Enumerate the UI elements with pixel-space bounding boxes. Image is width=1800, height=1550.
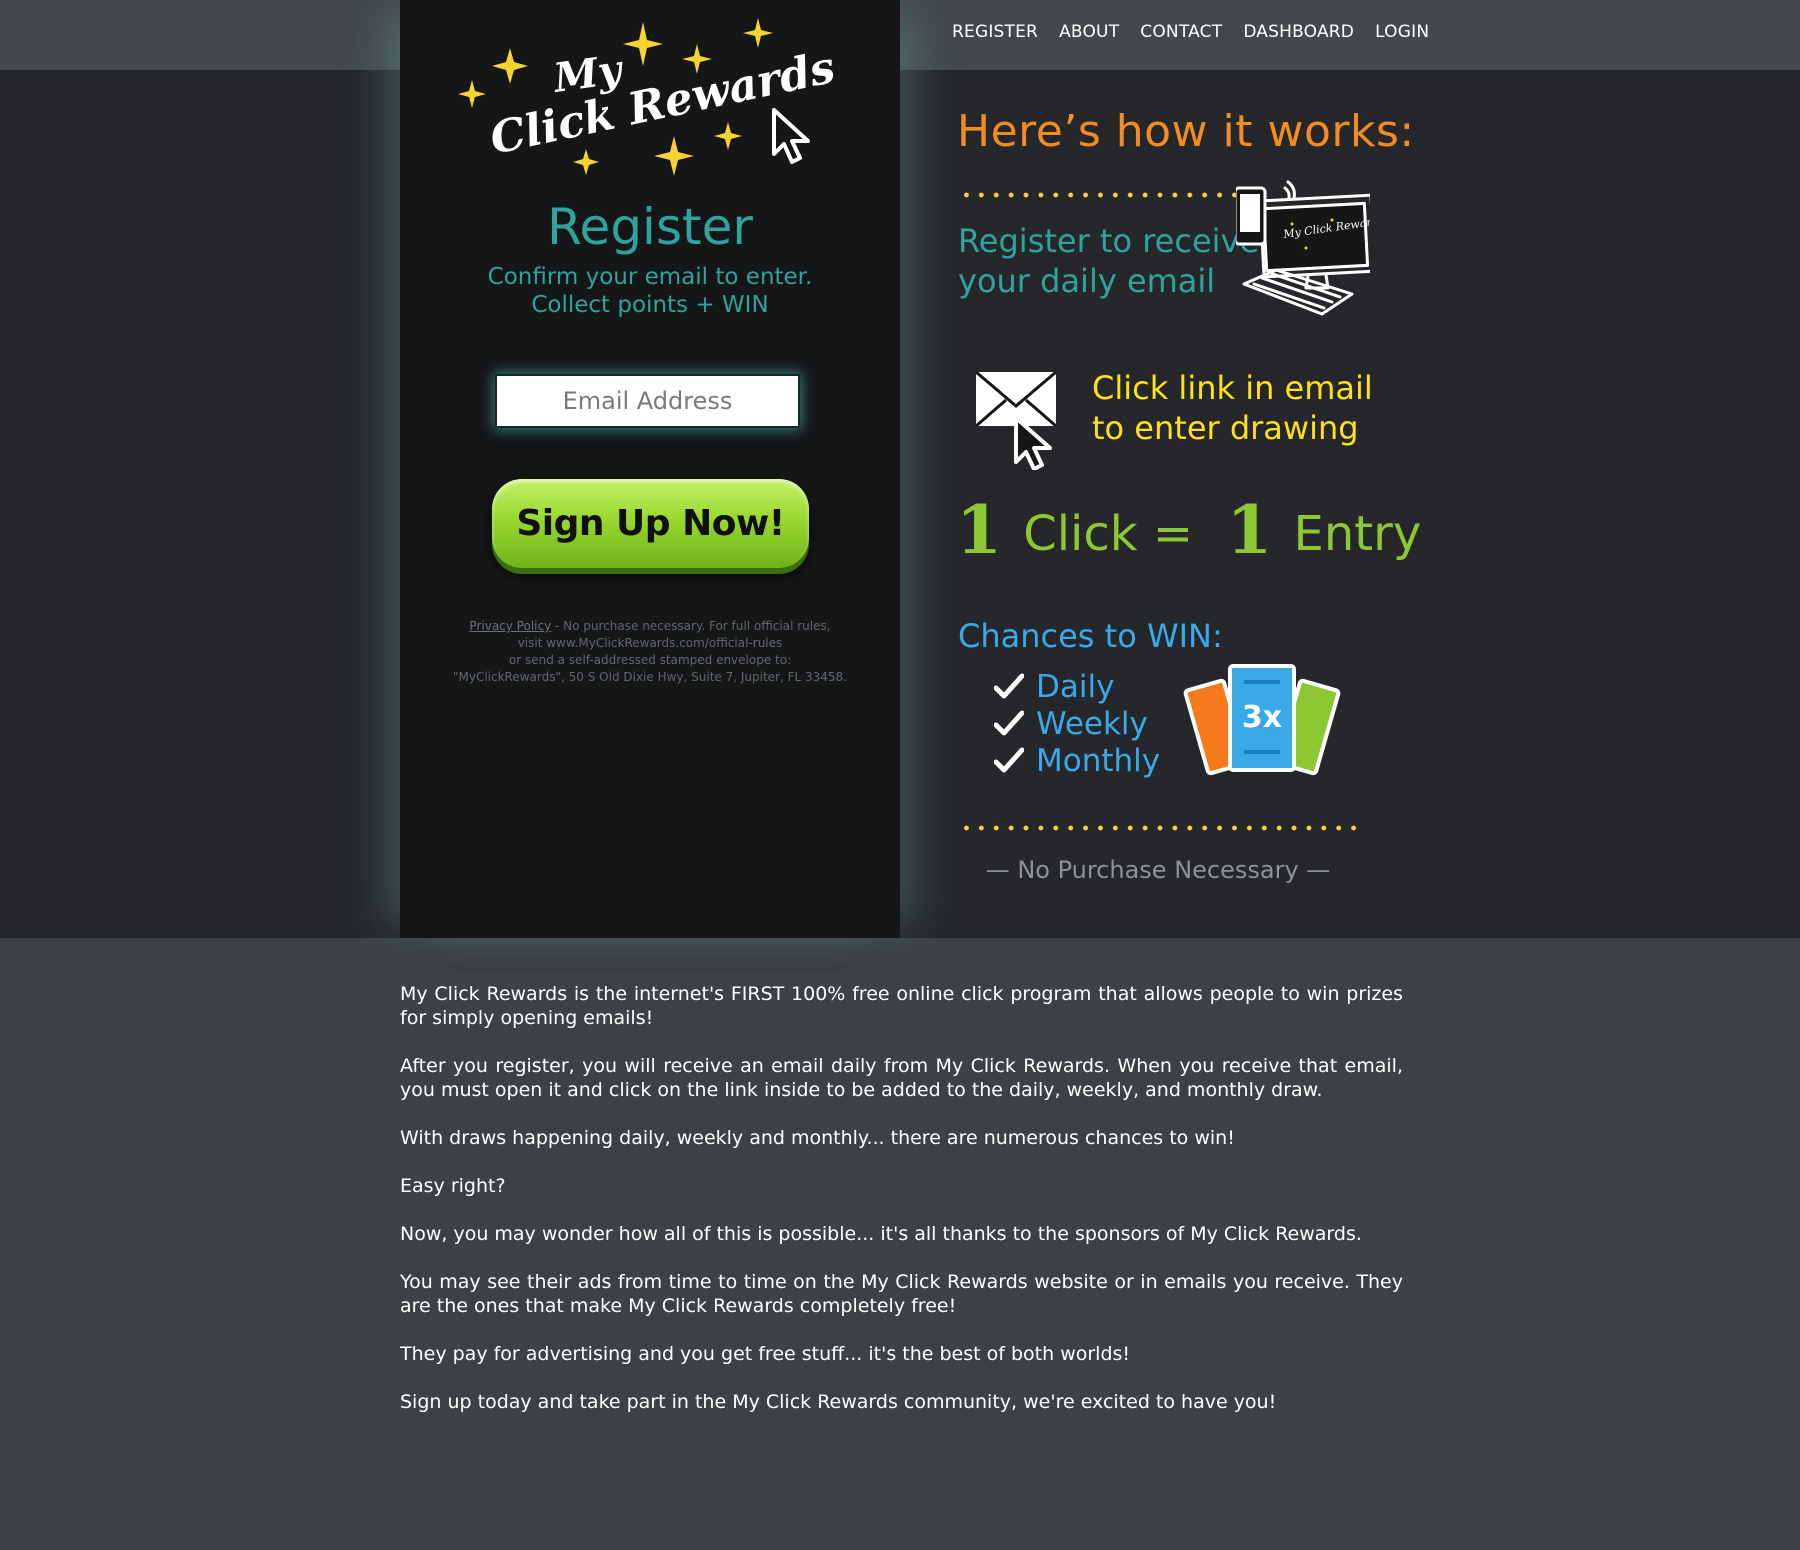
- star-icon: [623, 22, 663, 66]
- logo[interactable]: My Click Rewards: [452, 14, 852, 194]
- content-paragraph: They pay for advertising and you get fre…: [400, 1343, 1131, 1365]
- how-it-works-title: Here’s how it works:: [957, 106, 1415, 157]
- star-icon: [458, 80, 486, 108]
- star-icon: [492, 48, 528, 84]
- entry-number: 1: [1226, 491, 1273, 569]
- star-icon: [743, 18, 773, 48]
- chance-label: Daily: [1036, 669, 1115, 705]
- hero-section: [0, 70, 1800, 938]
- top-bar: [0, 0, 1800, 70]
- logo-graphic: My Click Rewards: [458, 18, 839, 176]
- checkmark-icon: [994, 747, 1024, 773]
- computer-icon: My Click Rewards: [1233, 174, 1385, 326]
- tickets-icon: 3x: [1182, 660, 1342, 782]
- ticket-label: 3x: [1242, 700, 1282, 735]
- step-register: Register to receive your daily email: [958, 221, 1259, 301]
- step-click-link-line1: Click link in email: [1092, 369, 1373, 407]
- register-subtitle-line1: Confirm your email to enter.: [487, 264, 813, 290]
- dotted-divider: [959, 825, 1359, 831]
- register-subtitle-line2: Collect points + WIN: [531, 292, 769, 318]
- main-nav: REGISTER ABOUT CONTACT DASHBOARD LOGIN: [952, 22, 1429, 48]
- nav-login[interactable]: LOGIN: [1375, 22, 1429, 48]
- step-register-line2: your daily email: [958, 262, 1216, 300]
- content-paragraph: Easy right?: [400, 1175, 506, 1197]
- entry-word: Entry: [1293, 506, 1422, 562]
- content-paragraph: After you register, you will receive an …: [400, 1055, 1403, 1101]
- register-title: Register: [547, 198, 753, 256]
- star-icon: [573, 149, 599, 175]
- nav-contact[interactable]: CONTACT: [1140, 22, 1222, 48]
- step-register-line1: Register to receive: [958, 222, 1260, 260]
- about-content: My Click Rewards is the internet's FIRST…: [400, 982, 1403, 1438]
- click-number: 1: [956, 491, 1002, 569]
- email-input[interactable]: [495, 374, 800, 428]
- step-click-link-line2: to enter drawing: [1092, 409, 1359, 447]
- legal-line2: visit www.MyClickRewards.com/official-ru…: [517, 636, 783, 650]
- checkmark-icon: [994, 673, 1024, 699]
- legal-notice: Privacy Policy - No purchase necessary. …: [440, 618, 860, 686]
- click-word: Click =: [1023, 506, 1194, 562]
- dotted-divider: [959, 192, 1237, 198]
- click-equals-entry: 1 Click = 1 Entry: [956, 495, 1421, 569]
- nav-register[interactable]: REGISTER: [952, 22, 1038, 48]
- chance-item-daily: Daily: [994, 669, 1114, 705]
- content-paragraph: You may see their ads from time to time …: [400, 1271, 1403, 1317]
- chances-title: Chances to WIN:: [958, 617, 1223, 655]
- chance-label: Weekly: [1036, 706, 1148, 742]
- step-click-link: Click link in email to enter drawing: [1092, 368, 1373, 448]
- chance-item-monthly: Monthly: [994, 743, 1160, 779]
- content-paragraph: My Click Rewards is the internet's FIRST…: [400, 983, 1403, 1029]
- no-purchase-note: — No Purchase Necessary —: [985, 856, 1331, 884]
- checkmark-icon: [994, 710, 1024, 736]
- nav-dashboard[interactable]: DASHBOARD: [1243, 22, 1354, 48]
- envelope-icon: [972, 370, 1072, 471]
- sign-up-button[interactable]: Sign Up Now!: [492, 479, 809, 568]
- star-icon: [654, 136, 694, 176]
- nav-about[interactable]: ABOUT: [1059, 22, 1119, 48]
- legal-line4: "MyClickRewards", 50 S Old Dixie Hwy, Su…: [452, 670, 848, 684]
- chance-label: Monthly: [1036, 743, 1161, 779]
- star-icon: [714, 122, 742, 150]
- content-paragraph: Sign up today and take part in the My Cl…: [400, 1391, 1277, 1413]
- cursor-icon: [772, 108, 810, 164]
- content-paragraph: With draws happening daily, weekly and m…: [400, 1127, 1235, 1149]
- legal-line3: or send a self-addressed stamped envelop…: [508, 653, 792, 667]
- chance-item-weekly: Weekly: [994, 706, 1148, 742]
- legal-line1: - No purchase necessary. For full offici…: [551, 619, 831, 633]
- privacy-policy-link[interactable]: Privacy Policy: [469, 619, 551, 633]
- content-paragraph: Now, you may wonder how all of this is p…: [400, 1223, 1362, 1245]
